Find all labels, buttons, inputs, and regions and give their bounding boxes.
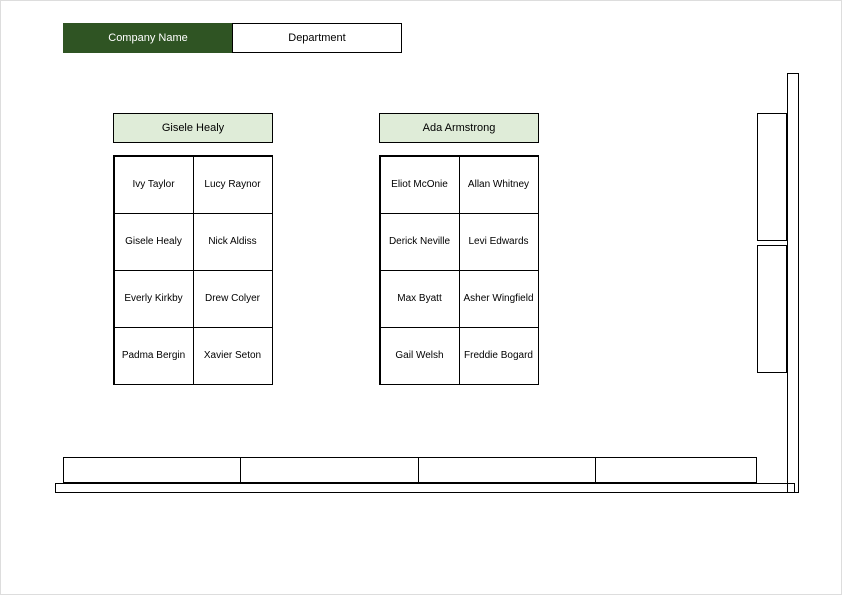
seat: Padma Bergin (114, 327, 194, 385)
team-block-1: Gisele Healy Ivy Taylor Lucy Raynor Gise… (113, 113, 273, 385)
seat: Gisele Healy (114, 213, 194, 271)
table-row: Max Byatt Asher Wingfield (380, 270, 538, 327)
seat: Xavier Seton (193, 327, 273, 385)
right-column (787, 73, 799, 493)
company-name-cell: Company Name (63, 23, 233, 53)
seat: Everly Kirkby (114, 270, 194, 328)
seat: Nick Aldiss (193, 213, 273, 271)
team-grid-2: Eliot McOnie Allan Whitney Derick Nevill… (379, 155, 539, 385)
seat: Freddie Bogard (459, 327, 539, 385)
seating-chart-page: Company Name Department Gisele Healy Ivy… (0, 0, 842, 595)
header-row: Company Name Department (63, 23, 402, 53)
seat: Derick Neville (380, 213, 460, 271)
seat: Eliot McOnie (380, 156, 460, 214)
table-row: Gisele Healy Nick Aldiss (114, 213, 272, 270)
seat: Asher Wingfield (459, 270, 539, 328)
team-grid-1: Ivy Taylor Lucy Raynor Gisele Healy Nick… (113, 155, 273, 385)
right-box (757, 113, 787, 241)
team-leader-2: Ada Armstrong (379, 113, 539, 143)
table-row: Eliot McOnie Allan Whitney (380, 156, 538, 213)
seat: Max Byatt (380, 270, 460, 328)
bottom-strip (55, 483, 795, 493)
table-row: Derick Neville Levi Edwards (380, 213, 538, 270)
table-row: Padma Bergin Xavier Seton (114, 327, 272, 384)
seat: Lucy Raynor (193, 156, 273, 214)
bottom-seg (596, 458, 756, 482)
bottom-bar (63, 457, 757, 483)
seat: Ivy Taylor (114, 156, 194, 214)
table-row: Gail Welsh Freddie Bogard (380, 327, 538, 384)
department-cell: Department (232, 23, 402, 53)
bottom-seg (241, 458, 418, 482)
bottom-seg (64, 458, 241, 482)
team-block-2: Ada Armstrong Eliot McOnie Allan Whitney… (379, 113, 539, 385)
right-box (757, 245, 787, 373)
seat: Drew Colyer (193, 270, 273, 328)
bottom-seg (419, 458, 596, 482)
table-row: Everly Kirkby Drew Colyer (114, 270, 272, 327)
seat: Allan Whitney (459, 156, 539, 214)
seat: Levi Edwards (459, 213, 539, 271)
table-row: Ivy Taylor Lucy Raynor (114, 156, 272, 213)
team-leader-1: Gisele Healy (113, 113, 273, 143)
seat: Gail Welsh (380, 327, 460, 385)
